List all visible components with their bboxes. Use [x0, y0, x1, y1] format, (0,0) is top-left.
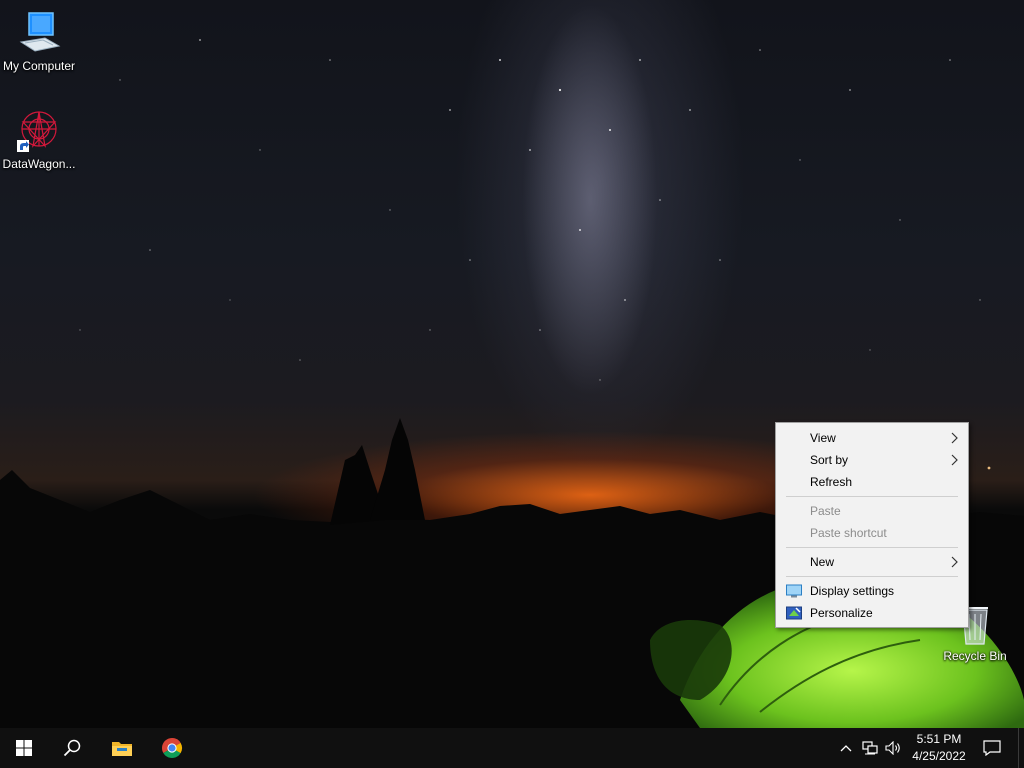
menu-separator: [786, 576, 958, 577]
display-settings-icon: [786, 584, 802, 598]
start-button[interactable]: [0, 728, 48, 768]
chrome-icon: [162, 738, 182, 758]
menu-item-display-settings-label: Display settings: [810, 584, 895, 598]
menu-item-paste-shortcut: Paste shortcut: [776, 522, 968, 544]
datawagon-icon: [17, 111, 57, 152]
menu-separator: [786, 547, 958, 548]
chrome-button[interactable]: [148, 728, 196, 768]
menu-item-sort-by-label: Sort by: [810, 453, 849, 467]
desktop-icon-my-computer[interactable]: My Computer: [1, 8, 77, 73]
my-computer-icon: [19, 12, 61, 52]
action-center-icon: [983, 740, 1001, 756]
menu-item-personalize[interactable]: Personalize: [776, 602, 968, 624]
menu-item-new[interactable]: New: [776, 551, 968, 573]
menu-separator: [786, 496, 958, 497]
show-hidden-icons-button[interactable]: [834, 728, 858, 768]
taskbar-clock[interactable]: 5:51 PM 4/25/2022: [906, 728, 972, 768]
taskbar: 5:51 PM 4/25/2022: [0, 728, 1024, 768]
menu-item-view[interactable]: View: [776, 427, 968, 449]
clock-date: 4/25/2022: [912, 749, 966, 763]
clock-time: 5:51 PM: [916, 732, 962, 746]
menu-item-paste: Paste: [776, 500, 968, 522]
menu-item-paste-label: Paste: [810, 504, 841, 518]
menu-item-display-settings[interactable]: Display settings: [776, 580, 968, 602]
chevron-right-icon: [951, 454, 958, 466]
search-button[interactable]: [48, 728, 96, 768]
menu-item-sort-by[interactable]: Sort by: [776, 449, 968, 471]
menu-item-new-label: New: [810, 555, 835, 569]
menu-item-paste-shortcut-label: Paste shortcut: [810, 526, 887, 540]
menu-item-personalize-label: Personalize: [810, 606, 873, 620]
start-icon: [16, 740, 32, 756]
menu-item-refresh[interactable]: Refresh: [776, 471, 968, 493]
file-explorer-button[interactable]: [98, 728, 146, 768]
desktop-context-menu: View Sort by Refresh Paste Paste shortcu…: [775, 422, 969, 628]
network-icon: [862, 741, 878, 755]
menu-item-refresh-label: Refresh: [810, 475, 853, 489]
my-computer-label: My Computer: [2, 59, 76, 73]
show-desktop-button[interactable]: [1018, 728, 1024, 768]
chevron-up-icon: [840, 745, 852, 752]
menu-item-view-label: View: [810, 431, 836, 445]
personalize-icon: [786, 606, 802, 620]
volume-icon: [885, 741, 900, 755]
search-icon: [63, 739, 81, 757]
action-center-button[interactable]: [976, 728, 1008, 768]
chevron-right-icon: [951, 556, 958, 568]
recycle-bin-label: Recycle Bin: [943, 649, 1007, 663]
volume-tray-button[interactable]: [882, 728, 906, 768]
datawagon-label: DataWagon...: [2, 157, 76, 171]
desktop-icon-datawagon[interactable]: DataWagon...: [1, 106, 77, 171]
chevron-right-icon: [951, 432, 958, 444]
network-tray-button[interactable]: [858, 728, 882, 768]
file-explorer-icon: [112, 742, 132, 756]
